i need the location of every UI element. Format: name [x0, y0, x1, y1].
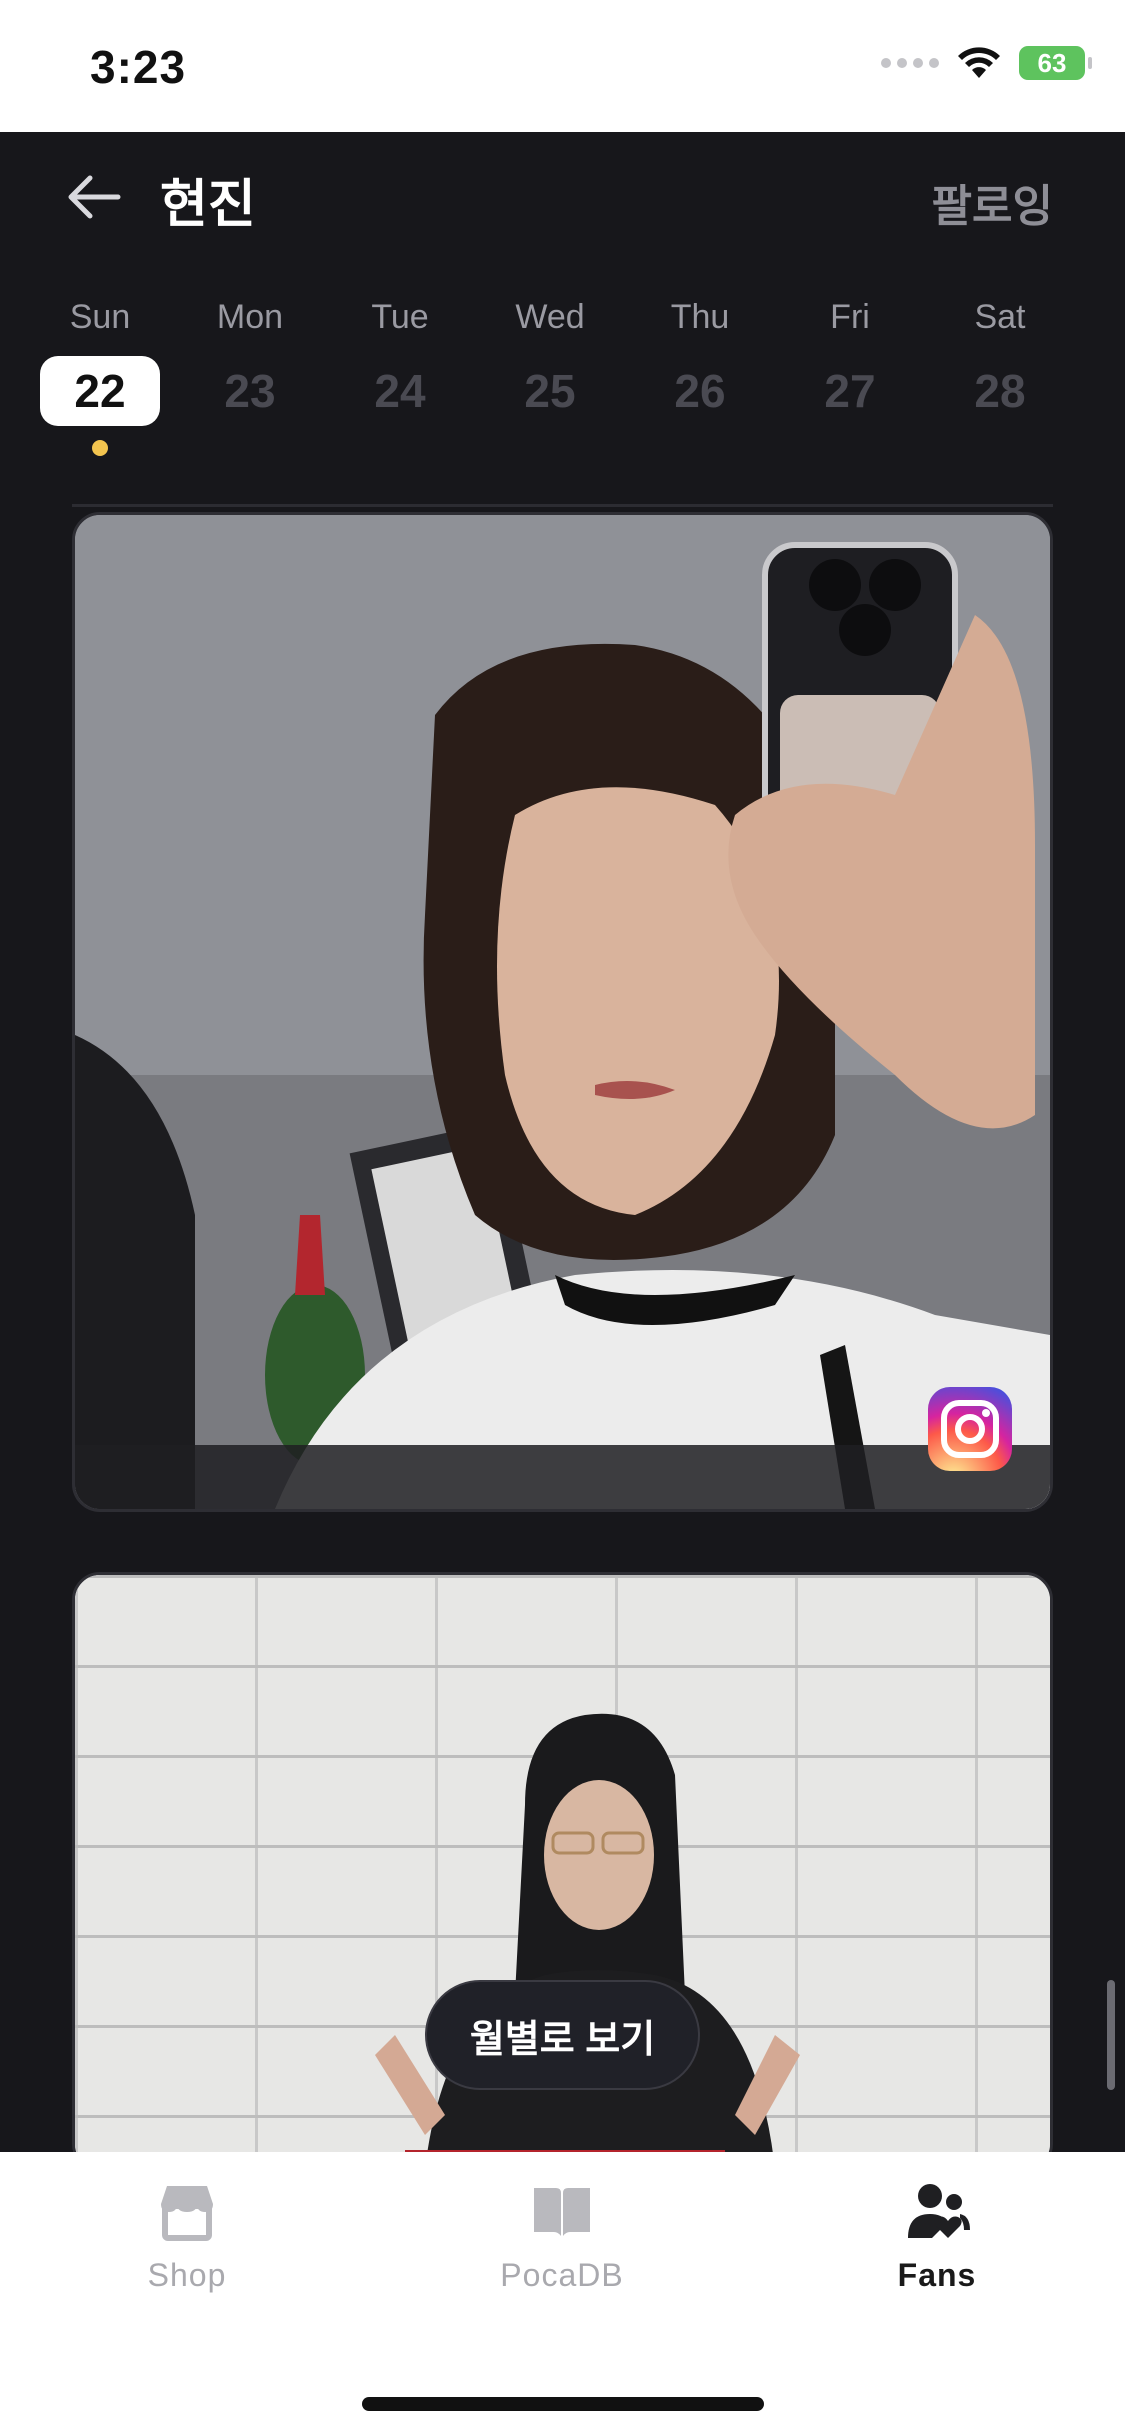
day-name: Thu	[670, 298, 730, 336]
instagram-icon	[928, 1387, 1012, 1471]
day-number: 24	[374, 365, 426, 417]
status-icons: 63	[881, 46, 1092, 80]
monthly-view-button[interactable]: 월별로 보기	[425, 1980, 700, 2090]
day-number: 27	[824, 365, 876, 417]
home-indicator	[362, 2397, 764, 2411]
book-icon	[534, 2188, 590, 2236]
day-number: 28	[974, 365, 1026, 417]
day-name: Wed	[515, 298, 585, 336]
page-title: 현진	[160, 176, 256, 234]
battery-icon: 63	[1019, 46, 1092, 80]
day-number: 26	[674, 365, 726, 417]
day-name: Mon	[216, 298, 284, 336]
battery-level: 63	[1037, 47, 1067, 78]
tab-label: Fans	[897, 2257, 977, 2293]
store-icon	[161, 2186, 213, 2241]
status-time: 3:23	[90, 41, 187, 93]
bottom-tab-bar: Shop PocaDB Fans	[0, 2152, 1125, 2436]
app-screen: 현진 팔로잉 Sun 22 Mon 23 Tue 24 Wed 25 Thu 2…	[0, 132, 1125, 2172]
event-dot	[92, 440, 108, 456]
day-tue[interactable]: Tue 24	[340, 292, 460, 462]
status-bar: 3:23 63	[0, 0, 1125, 132]
cellular-signal-icon	[881, 58, 939, 68]
following-button[interactable]: 팔로잉	[932, 170, 1053, 234]
week-calendar: Sun 22 Mon 23 Tue 24 Wed 25 Thu 26 Fri 2…	[40, 292, 1085, 462]
divider	[72, 504, 1053, 507]
day-number: 23	[224, 365, 276, 417]
feed-card-instagram[interactable]	[72, 512, 1053, 1512]
day-name: Fri	[830, 298, 870, 336]
day-fri[interactable]: Fri 27	[790, 292, 910, 462]
day-mon[interactable]: Mon 23	[190, 292, 310, 462]
fans-icon	[908, 2184, 970, 2238]
day-sat[interactable]: Sat 28	[940, 292, 1060, 462]
day-number: 25	[524, 365, 576, 417]
day-name: Sun	[69, 298, 131, 336]
tab-shop[interactable]: Shop	[77, 2182, 297, 2294]
day-sun[interactable]: Sun 22	[40, 292, 160, 462]
day-thu[interactable]: Thu 26	[640, 292, 760, 462]
day-wed[interactable]: Wed 25	[490, 292, 610, 462]
tab-label: PocaDB	[500, 2257, 624, 2293]
tab-pocadb[interactable]: PocaDB	[452, 2182, 672, 2294]
back-arrow-icon[interactable]	[64, 172, 124, 222]
tab-label: Shop	[147, 2257, 227, 2293]
tab-fans[interactable]: Fans	[827, 2182, 1047, 2294]
wifi-icon	[958, 47, 1000, 78]
day-name: Sat	[974, 298, 1026, 336]
day-number-selected: 22	[40, 356, 160, 426]
day-name: Tue	[371, 298, 429, 336]
post-photo	[75, 515, 1050, 1509]
header: 현진 팔로잉	[0, 132, 1125, 262]
scrollbar[interactable]	[1107, 1980, 1115, 2090]
